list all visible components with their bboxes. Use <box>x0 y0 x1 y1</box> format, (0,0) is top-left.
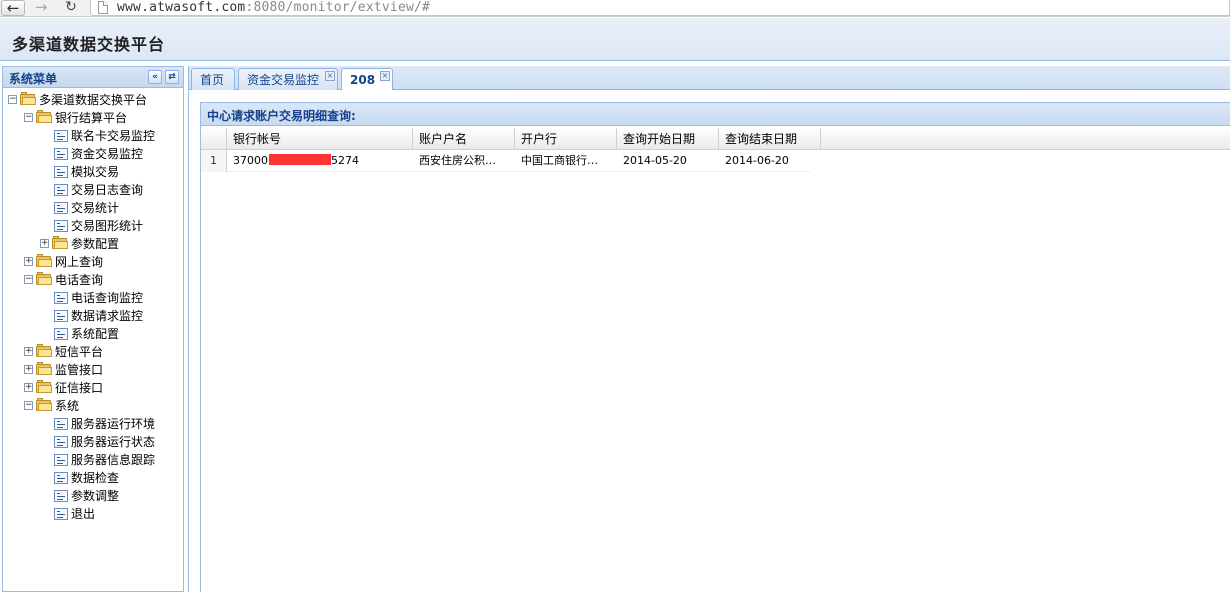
expand-toggle-icon[interactable]: + <box>24 347 33 356</box>
expand-toggle-icon[interactable]: + <box>24 257 33 266</box>
document-icon <box>54 130 68 142</box>
expand-toggle-icon[interactable]: + <box>40 239 49 248</box>
address-bar[interactable]: www.atwasoft.com:8080/monitor/extview/# <box>90 0 1230 16</box>
tab-fund-transaction-monitor[interactable]: 资金交易监控 × <box>238 68 338 90</box>
document-icon <box>54 436 68 448</box>
column-header-account-number[interactable]: 银行帐号 <box>227 128 413 150</box>
tab-208[interactable]: 208 × <box>341 68 393 91</box>
expand-toggle-icon[interactable]: + <box>24 365 33 374</box>
collapse-toggle-icon[interactable]: − <box>24 275 33 284</box>
document-icon <box>54 328 68 340</box>
close-icon[interactable]: × <box>380 71 390 81</box>
row-number: 1 <box>201 150 227 172</box>
system-menu-title: 系统菜单 <box>9 72 58 86</box>
reload-icon[interactable]: ↻ <box>60 0 82 16</box>
main-tab-panel: 首页 资金交易监控 × 208 × 中心请求账户交易明细查询: 银行帐号 账户户… <box>188 66 1230 592</box>
table-row[interactable]: 1 37000 5274 西安住房公积… 中国工商银行… 2014-05-20 2… <box>201 150 810 172</box>
query-result-panel: 中心请求账户交易明细查询: 银行帐号 账户户名 开户行 查询开始日期 查询结束日… <box>200 102 1230 592</box>
column-header-account-name[interactable]: 账户户名 <box>413 128 515 150</box>
folder-icon <box>36 362 52 375</box>
app-header: 多渠道数据交换平台 <box>0 18 1230 61</box>
collapse-toggle-icon[interactable]: − <box>8 95 17 104</box>
system-menu-panel: 系统菜单 « ⇄ − 多渠道数据交换平台 − 银行结算平台 联名卡交易监控 资金… <box>2 66 184 592</box>
row-number-header <box>201 128 227 150</box>
close-icon[interactable]: × <box>325 71 335 81</box>
forward-arrow-icon[interactable]: → <box>30 0 52 16</box>
grid-title-bar: 中心请求账户交易明细查询: <box>201 102 1230 126</box>
folder-icon <box>52 236 68 249</box>
column-header-start-date[interactable]: 查询开始日期 <box>617 128 719 150</box>
folder-open-icon <box>20 92 36 105</box>
cell-start-date: 2014-05-20 <box>623 154 687 167</box>
folder-icon <box>36 344 52 357</box>
document-icon <box>54 292 68 304</box>
tab-home[interactable]: 首页 <box>191 68 235 90</box>
document-icon <box>54 508 68 520</box>
url-text: www.atwasoft.com:8080/monitor/extview/# <box>117 0 431 15</box>
document-icon <box>54 490 68 502</box>
folder-open-icon <box>36 398 52 411</box>
document-icon <box>54 148 68 160</box>
collapse-toggle-icon[interactable]: − <box>24 401 33 410</box>
tab-strip: 首页 资金交易监控 × 208 × <box>189 66 1230 91</box>
refresh-tree-icon[interactable]: ⇄ <box>165 70 179 84</box>
cell-end-date: 2014-06-20 <box>725 154 789 167</box>
system-menu-header: 系统菜单 « ⇄ <box>3 67 183 88</box>
cell-account-number: 37000 5274 <box>233 154 359 167</box>
cell-bank: 中国工商银行… <box>521 154 598 167</box>
column-header-end-date[interactable]: 查询结束日期 <box>719 128 821 150</box>
grid-title: 中心请求账户交易明细查询: <box>207 109 356 123</box>
column-header-bank[interactable]: 开户行 <box>515 128 617 150</box>
app-title: 多渠道数据交换平台 <box>12 35 166 54</box>
expand-toggle-icon[interactable]: + <box>24 383 33 392</box>
document-icon <box>54 310 68 322</box>
grid-column-header: 银行帐号 账户户名 开户行 查询开始日期 查询结束日期 <box>201 128 1230 150</box>
back-arrow-icon[interactable]: ← <box>1 0 25 16</box>
document-icon <box>54 166 68 178</box>
document-icon <box>54 418 68 430</box>
redaction-block <box>269 154 331 165</box>
collapse-toggle-icon[interactable]: − <box>24 113 33 122</box>
folder-icon <box>36 254 52 267</box>
browser-toolbar: ← → ↻ www.atwasoft.com:8080/monitor/extv… <box>0 0 1230 17</box>
folder-open-icon <box>36 110 52 123</box>
document-icon <box>54 454 68 466</box>
folder-icon <box>36 380 52 393</box>
document-icon <box>54 472 68 484</box>
document-icon <box>54 184 68 196</box>
document-icon <box>54 220 68 232</box>
cell-account-name: 西安住房公积… <box>419 154 496 167</box>
document-icon <box>54 202 68 214</box>
page-icon <box>98 1 108 14</box>
folder-open-icon <box>36 272 52 285</box>
collapse-panel-icon[interactable]: « <box>148 70 162 84</box>
